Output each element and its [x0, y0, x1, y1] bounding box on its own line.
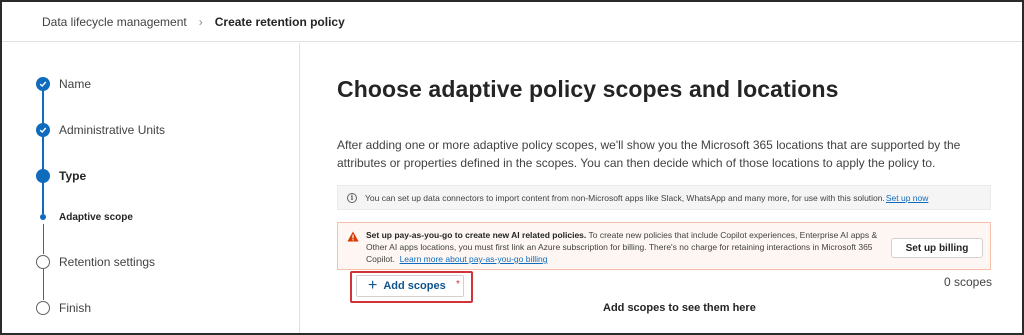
scope-count: 0 scopes [943, 275, 992, 289]
step-adaptive-scope[interactable]: Adaptive scope [59, 212, 133, 223]
set-up-billing-button[interactable]: Set up billing [891, 238, 983, 258]
warning-text: Set up pay-as-you-go to create new AI re… [366, 229, 886, 265]
add-scopes-button[interactable]: + Add scopes [356, 275, 464, 297]
main-content: Choose adaptive policy scopes and locati… [301, 43, 1022, 333]
breadcrumb-current: Create retention policy [214, 14, 345, 29]
warning-title: Set up pay-as-you-go to create new AI re… [366, 230, 587, 240]
warning-message-bar: Set up pay-as-you-go to create new AI re… [337, 222, 991, 270]
warning-icon [347, 231, 359, 242]
plus-icon: + [368, 277, 378, 294]
wizard-steps: Name Administrative Units Type Adaptive … [2, 43, 300, 333]
add-scopes-label: Add scopes [383, 280, 446, 292]
learn-more-link[interactable]: Learn more about pay-as-you-go billing [400, 254, 548, 264]
required-asterisk: * [456, 279, 460, 290]
set-up-now-link[interactable]: Set up now [886, 193, 929, 203]
breadcrumb-parent-link[interactable]: Data lifecycle management [42, 15, 187, 29]
pending-step-icon [36, 255, 50, 269]
step-connector [42, 224, 44, 254]
step-connector [42, 268, 44, 300]
intro-text: After adding one or more adaptive policy… [337, 138, 961, 170]
pending-step-icon [36, 301, 50, 315]
chevron-right-icon: › [198, 14, 203, 29]
page-title: Choose adaptive policy scopes and locati… [337, 76, 839, 102]
info-message-bar: i You can set up data connectors to impo… [337, 185, 991, 210]
current-step-icon [36, 169, 50, 183]
step-connector [42, 182, 44, 214]
step-administrative-units[interactable]: Administrative Units [59, 123, 165, 137]
substep-dot-icon [40, 214, 46, 220]
breadcrumb: Data lifecycle management › Create reten… [2, 2, 1022, 42]
info-icon: i [347, 192, 357, 203]
check-icon [36, 123, 50, 137]
step-finish: Finish [59, 301, 92, 315]
step-retention-settings: Retention settings [59, 255, 156, 269]
info-text: You can set up data connectors to import… [365, 192, 885, 203]
window: Data lifecycle management › Create reten… [0, 0, 1024, 335]
check-icon [36, 77, 50, 91]
empty-state-text: Add scopes to see them here [603, 302, 756, 314]
step-type[interactable]: Type [59, 169, 86, 183]
step-name[interactable]: Name [59, 77, 91, 91]
